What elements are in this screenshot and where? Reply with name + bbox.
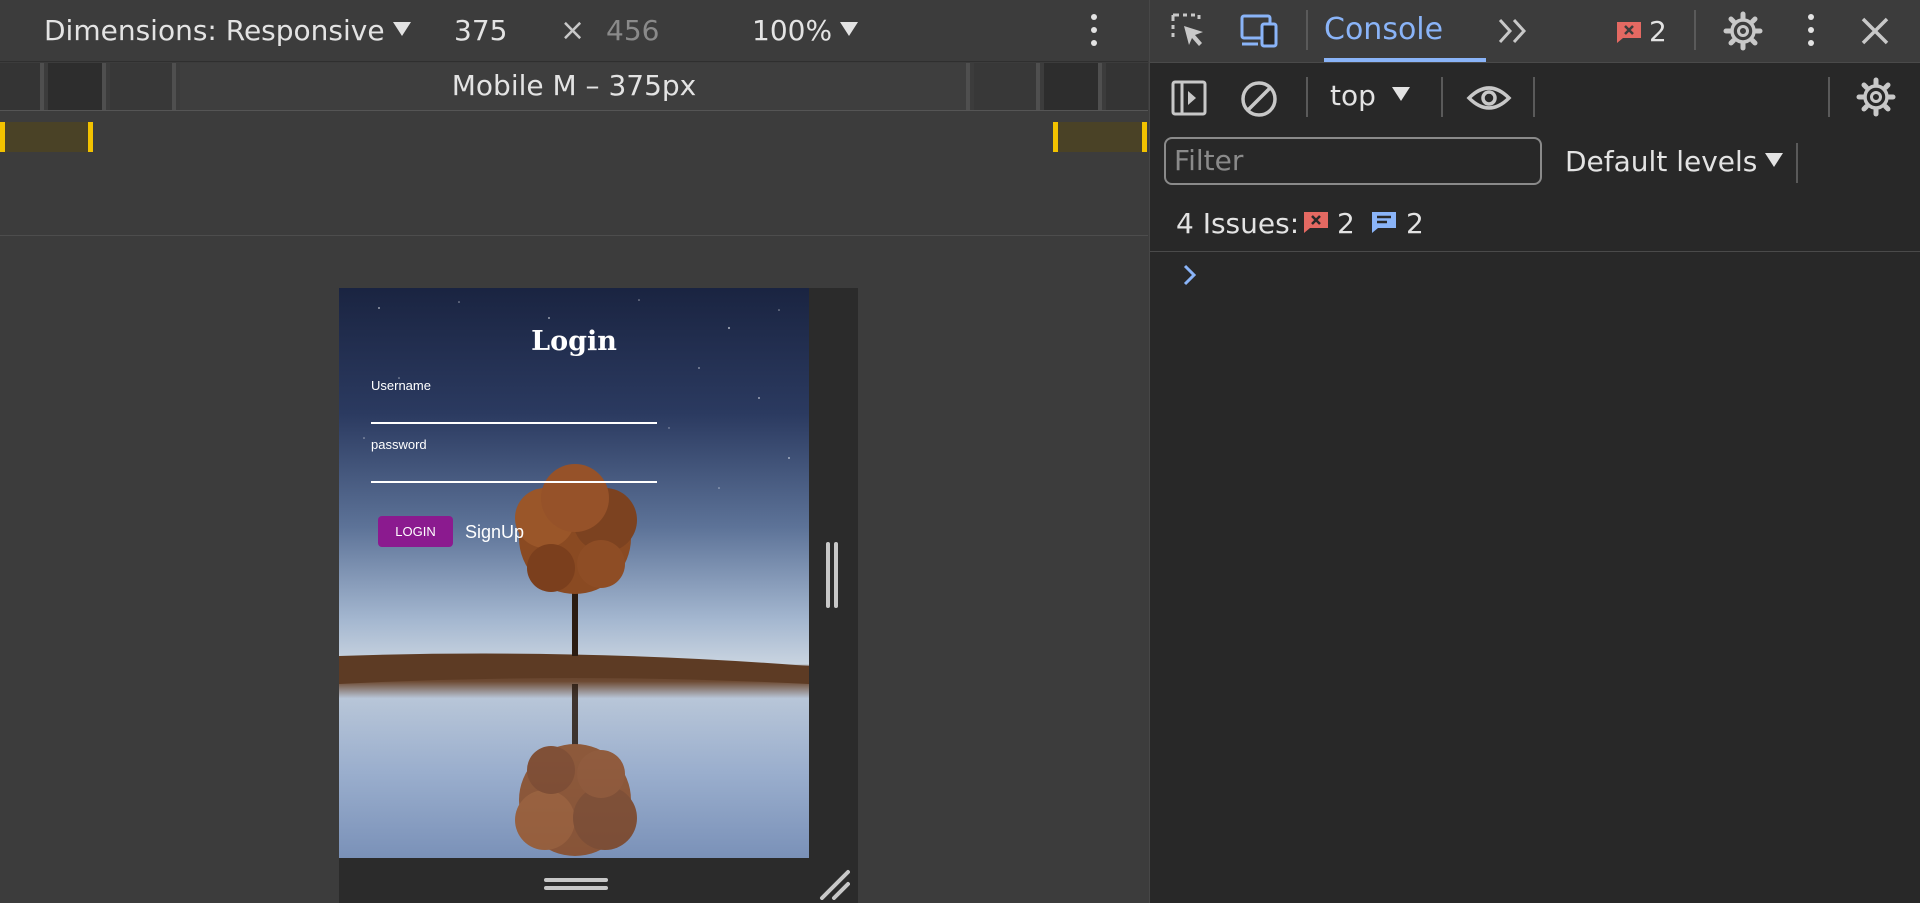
more-tabs-icon[interactable] (1496, 16, 1532, 46)
signup-link[interactable]: SignUp (465, 522, 524, 543)
live-expression-icon[interactable] (1466, 83, 1512, 113)
settings-icon[interactable] (1723, 11, 1763, 51)
toolbar-divider (1694, 10, 1696, 50)
toolbar-divider (1533, 77, 1535, 117)
context-label: top (1330, 79, 1376, 112)
context-dropdown[interactable]: top (1330, 79, 1410, 113)
password-label: password (371, 437, 427, 452)
toolbar-divider (1306, 77, 1308, 117)
toolbar-divider (1441, 77, 1443, 117)
zoom-dropdown[interactable]: 100% (752, 14, 859, 48)
viewport-resize-handle-right[interactable] (826, 542, 840, 608)
emulated-login-page: Login Username password LOGIN SignUp (339, 288, 809, 858)
device-preset-label: Mobile M – 375px (451, 69, 697, 102)
info-message-icon (1372, 212, 1396, 233)
issues-bar[interactable]: 4 Issues: 2 2 (1150, 201, 1920, 252)
log-levels-dropdown[interactable]: Default levels (1565, 145, 1784, 179)
dimensions-dropdown[interactable]: Dimensions: Responsive (44, 14, 411, 48)
media-query-bar[interactable]: Mobile M – 375px (0, 63, 1148, 111)
tab-console[interactable]: Console (1324, 12, 1443, 48)
background-scene (339, 299, 809, 856)
close-icon[interactable] (1858, 14, 1892, 48)
device-emulation-pane: Dimensions: Responsive 375 × 456 100% Mo… (0, 0, 1148, 903)
login-title: Login (531, 326, 617, 357)
error-badge-icon (1617, 22, 1641, 43)
more-vert-icon[interactable] (1803, 12, 1819, 48)
ruler-marker (88, 122, 93, 152)
tree (515, 464, 637, 656)
error-badge-icon (1304, 212, 1328, 233)
sidebar-toggle-icon[interactable] (1170, 79, 1208, 117)
clear-console-icon[interactable] (1239, 79, 1279, 119)
toolbar-divider (1828, 77, 1830, 117)
log-levels-label: Default levels (1565, 145, 1758, 178)
zoom-label: 100% (752, 14, 833, 47)
device-toolbar: Dimensions: Responsive 375 × 456 100% (0, 0, 1148, 62)
username-input[interactable] (371, 422, 657, 424)
inspect-element-icon[interactable] (1170, 12, 1208, 50)
height-input[interactable]: 456 (606, 14, 659, 48)
issues-label: 4 Issues: (1176, 207, 1300, 240)
settings-icon[interactable] (1856, 77, 1896, 117)
ruler-strip (0, 112, 1148, 236)
chevron-down-icon (1391, 87, 1410, 101)
prompt-chevron-icon[interactable] (1180, 262, 1200, 288)
chevron-down-icon (1765, 153, 1784, 167)
username-label: Username (371, 378, 431, 393)
toolbar-divider (1796, 143, 1798, 183)
viewport-resize-handle-bottom[interactable] (544, 878, 608, 892)
chevron-down-icon (840, 22, 859, 36)
dimension-separator: × (560, 13, 586, 48)
filter-input[interactable]: Filter (1164, 137, 1542, 185)
error-count: 2 (1649, 15, 1667, 48)
ruler-range (1058, 122, 1142, 152)
password-input[interactable] (371, 481, 657, 483)
devtools-tabbar: Console 2 (1150, 0, 1920, 63)
dimensions-label: Dimensions: Responsive (44, 14, 385, 47)
devtools-panel: Console 2 top Filter Default levels 4 Is… (1149, 0, 1920, 903)
issues-info-count: 2 (1406, 207, 1424, 240)
more-vert-icon[interactable] (1086, 12, 1102, 48)
ruler-range (5, 122, 88, 152)
toolbar-divider (1306, 10, 1308, 50)
resize-handle-icon[interactable] (816, 868, 850, 900)
issues-error-count: 2 (1337, 207, 1355, 240)
width-input[interactable]: 375 (454, 14, 507, 48)
ruler-marker (1142, 122, 1147, 152)
active-tab-indicator (1324, 58, 1486, 62)
login-button[interactable]: LOGIN (378, 516, 453, 547)
device-toggle-icon[interactable] (1238, 12, 1280, 50)
console-toolbar: top (1150, 63, 1920, 131)
emulated-viewport-frame: Login Username password LOGIN SignUp (339, 288, 858, 903)
chevron-down-icon (392, 22, 411, 36)
